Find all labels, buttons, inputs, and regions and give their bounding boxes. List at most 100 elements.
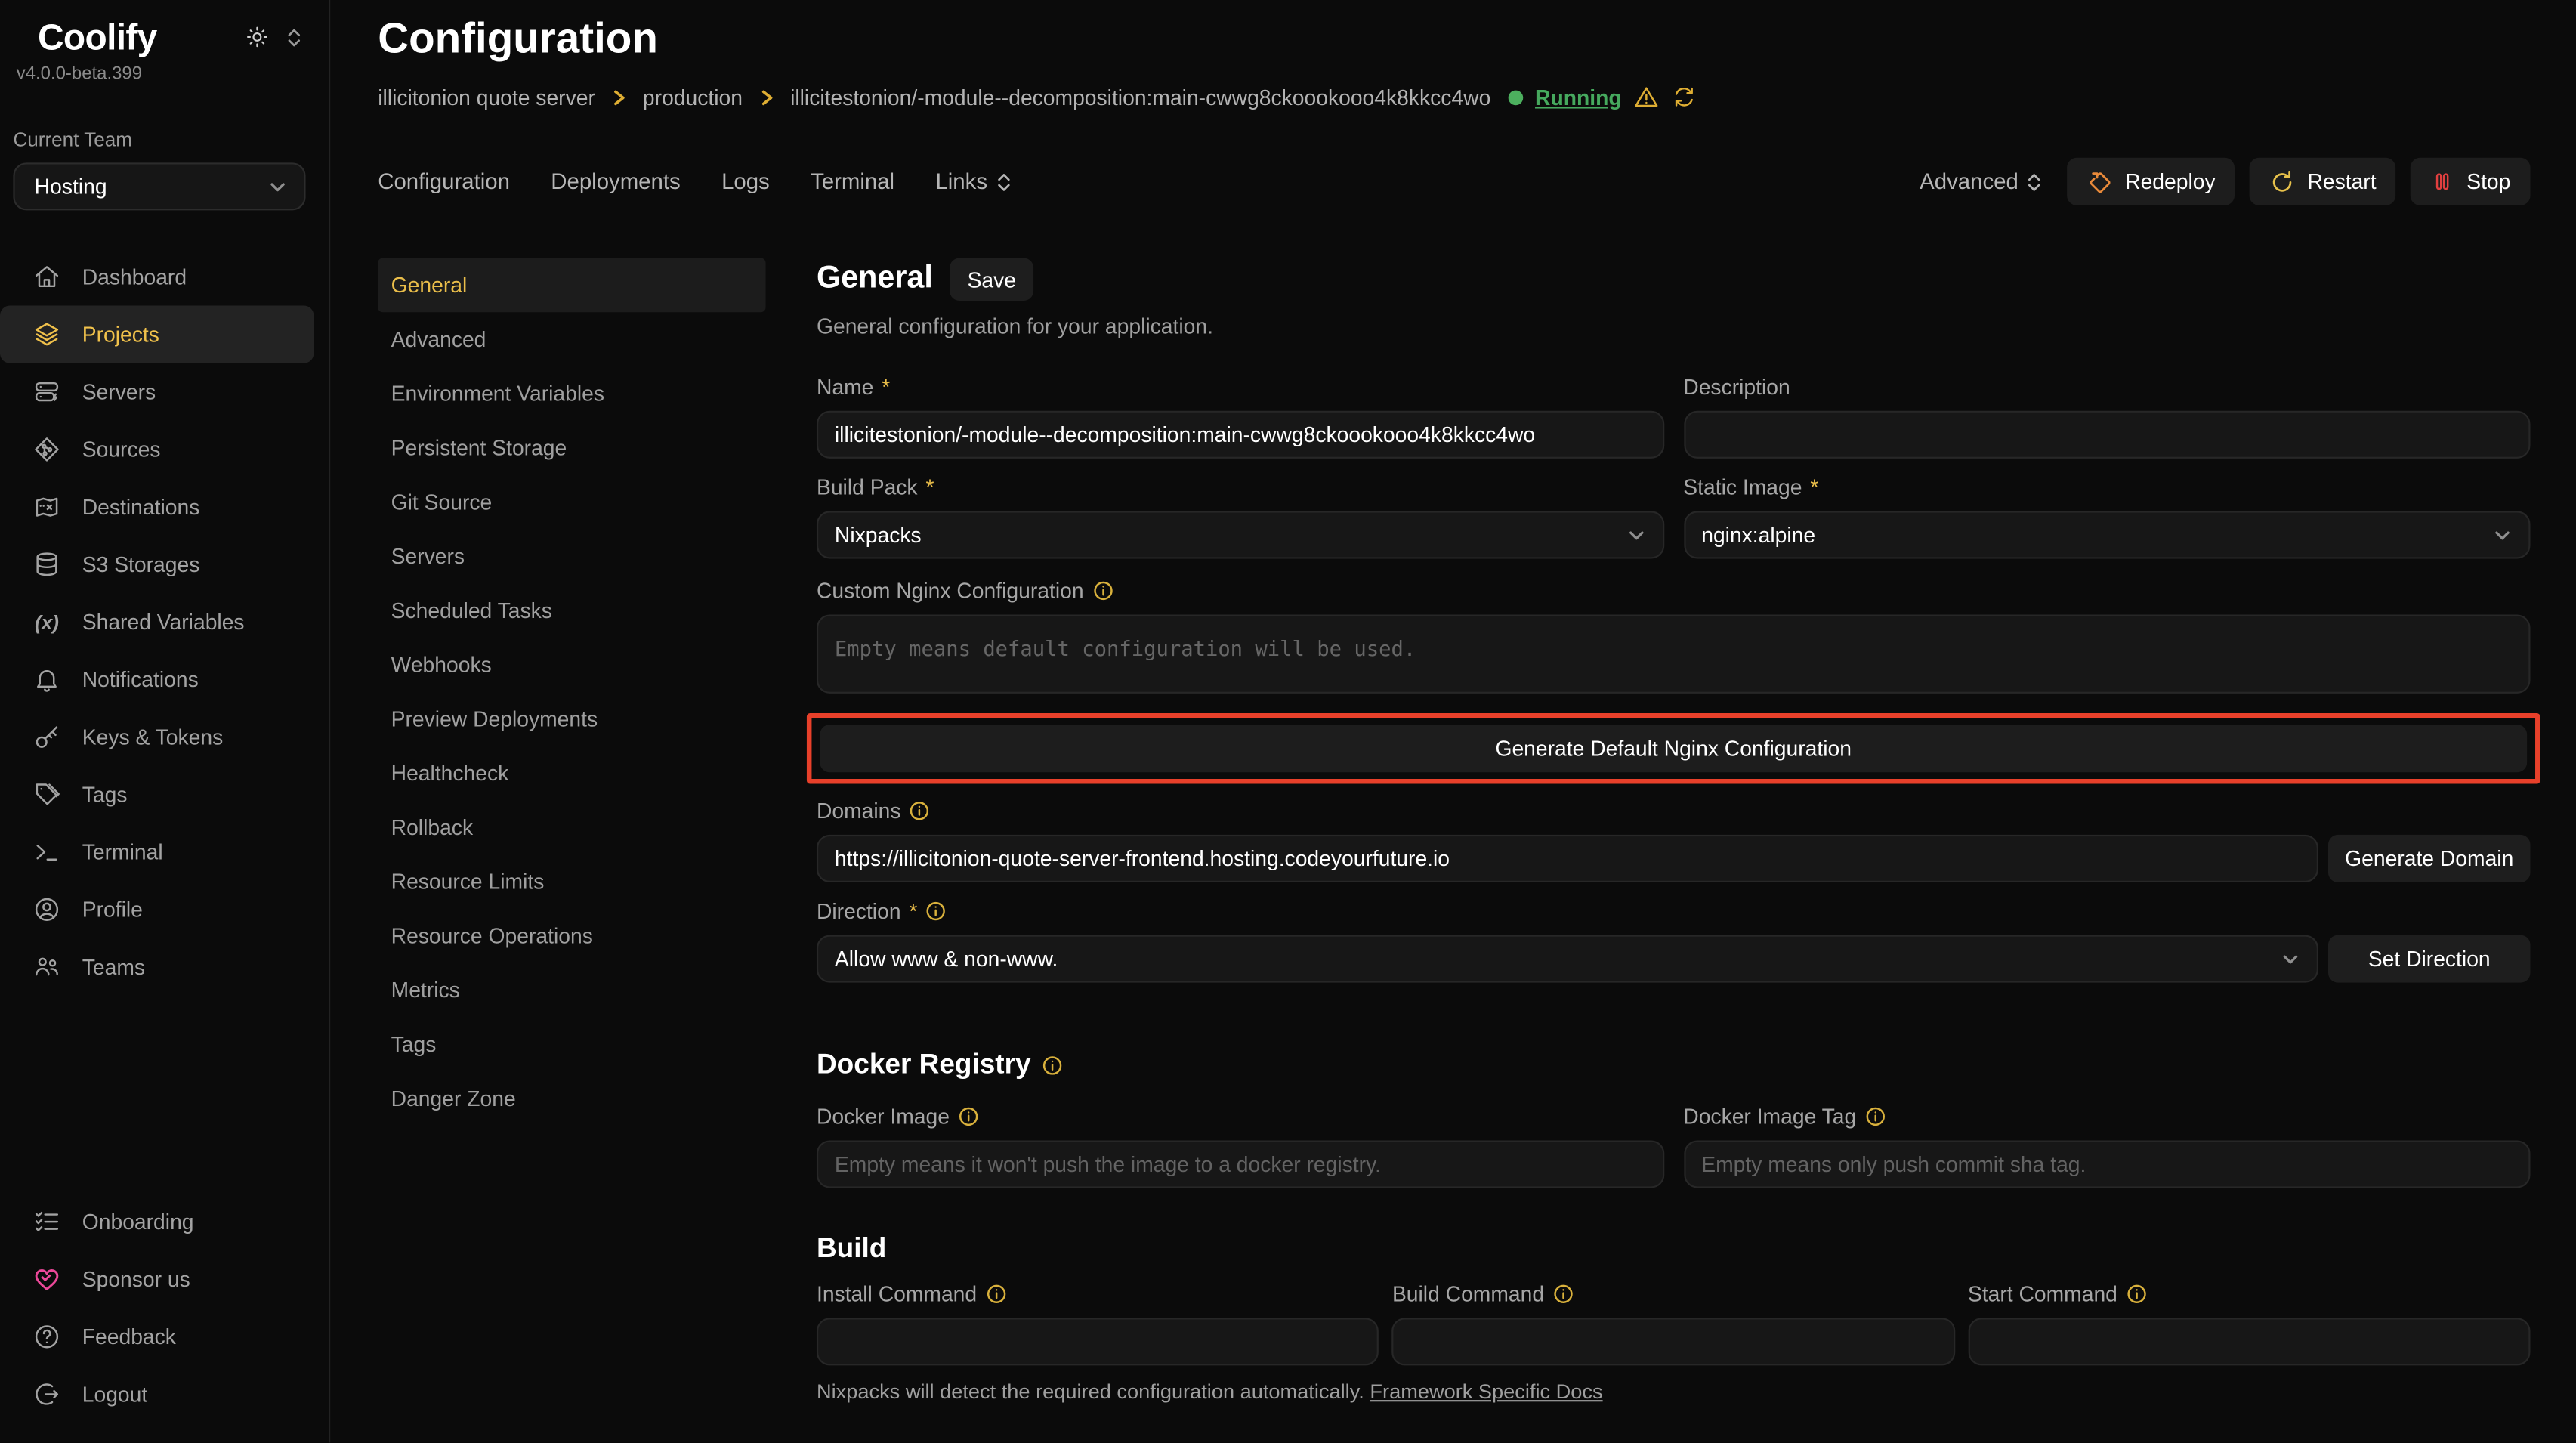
sidebar-item-destinations[interactable]: Destinations <box>0 478 314 536</box>
subnav-scheduled-tasks[interactable]: Scheduled Tasks <box>378 583 765 638</box>
install-command-input[interactable] <box>817 1318 1379 1365</box>
status-dot <box>1509 90 1524 105</box>
docker-image-label: Docker Image <box>817 1105 1663 1129</box>
subnav-git-source[interactable]: Git Source <box>378 475 765 530</box>
chevron-down-icon <box>1626 525 1645 545</box>
subnav-persistent-storage[interactable]: Persistent Storage <box>378 421 765 475</box>
set-direction-button[interactable]: Set Direction <box>2328 935 2531 983</box>
restart-button[interactable]: Restart <box>2250 158 2395 205</box>
chevron-right-icon <box>758 88 776 106</box>
subnav-general[interactable]: General <box>378 258 765 312</box>
framework-docs-link[interactable]: Framework Specific Docs <box>1370 1380 1602 1403</box>
sidebar-collapse-icon[interactable] <box>286 26 302 48</box>
breadcrumb-project[interactable]: illicitonion quote server <box>378 85 595 110</box>
sidebar-item-sponsor-us[interactable]: Sponsor us <box>0 1250 314 1308</box>
sidebar-item-teams[interactable]: Teams <box>0 938 314 996</box>
app-version: v4.0.0-beta.399 <box>0 59 329 84</box>
custom-nginx-textarea[interactable] <box>817 614 2531 693</box>
build-command-input[interactable] <box>1392 1318 1955 1365</box>
subnav-healthcheck[interactable]: Healthcheck <box>378 746 765 800</box>
subnav-servers[interactable]: Servers <box>378 529 765 583</box>
bell-icon <box>33 666 61 694</box>
sidebar-item-keys-tokens[interactable]: Keys & Tokens <box>0 708 314 765</box>
sidebar-item-projects[interactable]: Projects <box>0 306 314 363</box>
breadcrumb-environment[interactable]: production <box>643 85 743 110</box>
subnav-resource-limits[interactable]: Resource Limits <box>378 854 765 909</box>
subnav-resource-operations[interactable]: Resource Operations <box>378 909 765 963</box>
save-button[interactable]: Save <box>950 258 1034 301</box>
section-title-general: General <box>817 261 933 298</box>
subnav-environment-variables[interactable]: Environment Variables <box>378 366 765 421</box>
user-circle-icon <box>33 895 61 923</box>
domains-label: Domains <box>817 799 2531 823</box>
theme-toggle-sun-icon[interactable] <box>245 25 270 50</box>
description-label: Description <box>1683 375 2530 400</box>
tab-links[interactable]: Links <box>935 169 1012 194</box>
sidebar-item-shared-variables[interactable]: (x) Shared Variables <box>0 593 314 650</box>
tab-configuration[interactable]: Configuration <box>378 169 510 194</box>
tab-deployments[interactable]: Deployments <box>551 169 680 194</box>
direction-select[interactable]: Allow www & non-www. <box>817 935 2318 983</box>
stop-button[interactable]: Stop <box>2411 158 2530 205</box>
tab-logs[interactable]: Logs <box>721 169 770 194</box>
sidebar-item-dashboard[interactable]: Dashboard <box>0 248 314 305</box>
sidebar-item-onboarding[interactable]: Onboarding <box>0 1193 314 1250</box>
description-input[interactable] <box>1683 411 2530 459</box>
info-icon <box>925 901 947 922</box>
breadcrumb-application[interactable]: illicitestonion/-module--decomposition:m… <box>790 85 1490 110</box>
chevron-down-icon <box>2281 949 2300 969</box>
subnav-advanced[interactable]: Advanced <box>378 312 765 366</box>
tab-terminal[interactable]: Terminal <box>811 169 894 194</box>
static-image-select[interactable]: nginx:alpine <box>1683 511 2530 558</box>
sidebar-item-servers[interactable]: Servers <box>0 363 314 421</box>
subnav-webhooks[interactable]: Webhooks <box>378 638 765 692</box>
docker-image-input[interactable] <box>817 1140 1663 1188</box>
tab-bar: Configuration Deployments Logs Terminal … <box>378 169 1012 194</box>
domains-input[interactable] <box>817 835 2318 882</box>
direction-label: Direction* <box>817 899 2531 924</box>
sidebar-item-sources[interactable]: Sources <box>0 421 314 478</box>
status-badge[interactable]: Running <box>1535 85 1622 110</box>
team-select[interactable]: Hosting <box>13 162 305 210</box>
help-circle-icon <box>33 1323 61 1351</box>
subnav-danger-zone[interactable]: Danger Zone <box>378 1071 765 1126</box>
sidebar-item-tags[interactable]: Tags <box>0 766 314 823</box>
nixpacks-helper-text: Nixpacks will detect the required config… <box>817 1380 2531 1403</box>
required-asterisk: * <box>909 899 917 924</box>
variable-icon: (x) <box>33 610 61 633</box>
sidebar-item-s3-storages[interactable]: S3 Storages <box>0 536 314 593</box>
info-icon <box>1092 580 1113 601</box>
info-icon <box>2126 1284 2147 1305</box>
terminal-icon <box>33 838 61 866</box>
subnav-metrics[interactable]: Metrics <box>378 963 765 1018</box>
redeploy-icon <box>2087 168 2114 195</box>
docker-image-tag-input[interactable] <box>1683 1140 2530 1188</box>
team-select-value: Hosting <box>35 175 107 199</box>
refresh-icon[interactable] <box>1671 84 1697 110</box>
logo-row: Coolify <box>0 17 329 60</box>
required-asterisk: * <box>925 475 934 500</box>
start-command-input[interactable] <box>1968 1318 2531 1365</box>
app-logo: Coolify <box>38 17 157 60</box>
advanced-menu[interactable]: Advanced <box>1920 169 2043 194</box>
subnav-preview-deployments[interactable]: Preview Deployments <box>378 692 765 746</box>
generate-domain-button[interactable]: Generate Domain <box>2328 835 2531 882</box>
sidebar-item-feedback[interactable]: Feedback <box>0 1308 314 1365</box>
build-pack-select[interactable]: Nixpacks <box>817 511 1663 558</box>
sidebar-footer-nav: Onboarding Sponsor us Feedback Logout <box>0 1193 329 1423</box>
map-icon <box>33 493 61 521</box>
sidebar-item-profile[interactable]: Profile <box>0 881 314 938</box>
info-icon <box>1864 1106 1886 1127</box>
custom-nginx-label: Custom Nginx Configuration <box>817 579 2531 604</box>
redeploy-button[interactable]: Redeploy <box>2068 158 2235 205</box>
generate-nginx-config-button[interactable]: Generate Default Nginx Configuration <box>820 725 2527 772</box>
subnav-rollback[interactable]: Rollback <box>378 800 765 854</box>
sidebar-item-notifications[interactable]: Notifications <box>0 650 314 708</box>
sidebar-item-terminal[interactable]: Terminal <box>0 823 314 881</box>
name-input[interactable] <box>817 411 1663 459</box>
breadcrumb: illicitonion quote server production ill… <box>378 84 2530 110</box>
sidebar-item-logout[interactable]: Logout <box>0 1365 314 1423</box>
info-icon <box>1552 1284 1574 1305</box>
required-asterisk: * <box>882 375 890 400</box>
subnav-tags[interactable]: Tags <box>378 1017 765 1071</box>
